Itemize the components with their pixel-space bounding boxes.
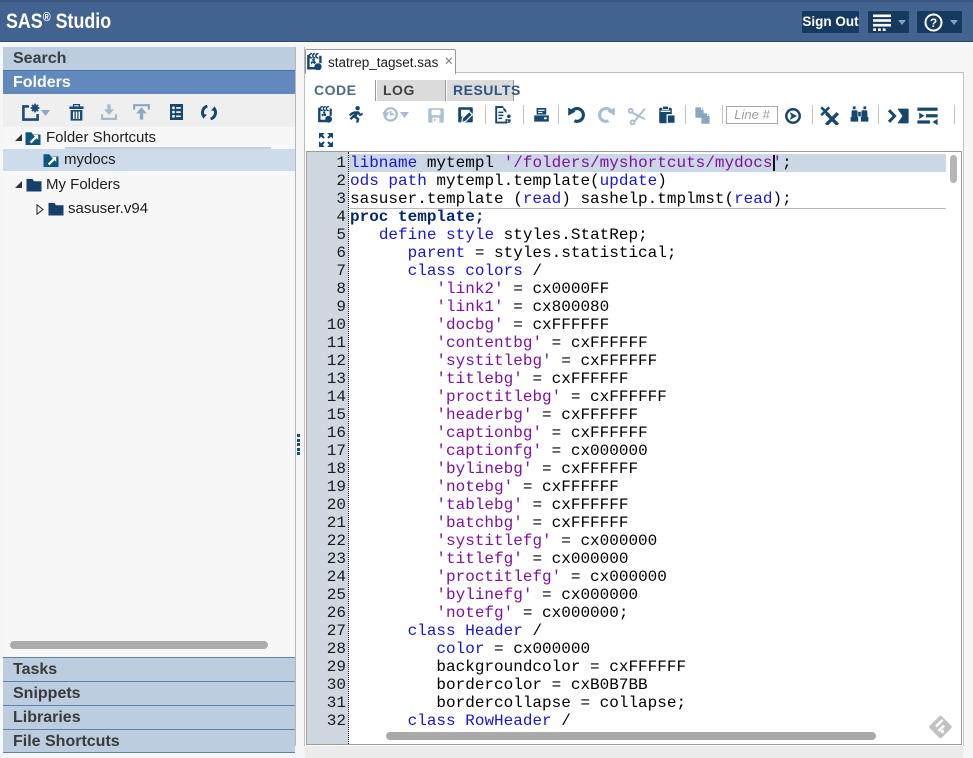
- svg-text:?: ?: [930, 16, 937, 30]
